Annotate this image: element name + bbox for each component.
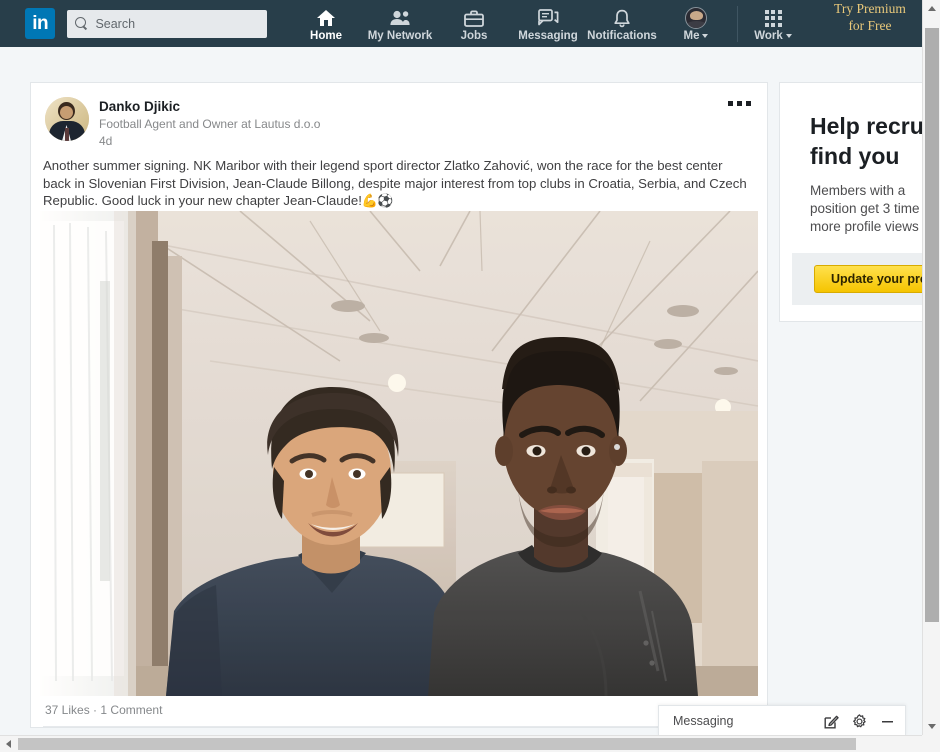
post-header: Danko Djikic Football Agent and Owner at… [31,83,767,149]
linkedin-feed-screen: in Home M [0,0,940,752]
scroll-up-arrow[interactable] [923,0,940,17]
chevron-down-icon-work [785,33,792,38]
grid-icon [764,8,782,28]
nav-item-messaging[interactable]: Messaging [511,0,585,47]
counts-separator: · [93,703,98,717]
top-navigation-bar: in Home M [0,0,922,47]
comments-count[interactable]: 1 Comment [100,703,162,717]
ad-body: Members with a position get 3 time more … [780,171,940,236]
linkedin-logo[interactable]: in [25,8,56,39]
people-icon [389,8,411,28]
post-text-emoji: 💪⚽ [361,193,393,208]
overflow-menu-icon[interactable] [724,97,755,110]
horizontal-scrollbar-thumb[interactable] [18,738,856,750]
nav-label-me-text: Me [683,30,700,42]
nav-label-work: Work [754,30,792,42]
vertical-scrollbar[interactable] [922,0,940,735]
compose-icon[interactable] [824,714,839,729]
nav-item-home[interactable]: Home [289,0,363,47]
nav-label-me: Me [684,30,709,42]
gear-icon[interactable] [852,713,867,729]
post-text-line-3: Republic. Good luck in your new chapter … [43,193,362,208]
post-image[interactable] [40,211,758,696]
ad-body-line-1: Members with a [810,183,906,198]
scroll-down-arrow[interactable] [923,718,940,735]
ad-title-line-1: Help recrui [810,113,931,139]
post-timestamp: 4d [99,134,113,148]
social-divider [43,726,755,727]
briefcase-icon [464,8,484,28]
post-social-bar: 37 Likes · 1 Comment [31,695,767,727]
post-text-line-2: back in Slovenian First Division, Jean-C… [43,175,747,191]
speech-bubbles-icon [537,8,559,28]
likes-count[interactable]: 37 Likes [45,703,90,717]
post-author-meta: Danko Djikic Football Agent and Owner at… [99,97,320,149]
nav-label-work-text: Work [754,30,783,42]
scroll-left-arrow[interactable] [0,736,17,752]
post-body-text: Another summer signing. NK Maribor with … [31,149,767,210]
author-avatar[interactable] [45,97,89,141]
nav-item-my-network[interactable]: My Network [363,0,437,47]
avatar-icon [685,7,707,29]
messaging-actions [824,713,895,729]
bell-icon [613,8,631,28]
vertical-scrollbar-thumb[interactable] [925,28,939,622]
nav-item-notifications[interactable]: Notifications [585,0,659,47]
ad-footer: Update your prof [792,253,940,305]
nav-label-my-network: My Network [367,30,433,42]
minimize-icon[interactable] [880,714,895,729]
post-image-graphic [40,211,758,696]
home-icon [316,8,336,28]
nav-label-messaging: Messaging [518,30,578,42]
recruiter-ad-card: Help recrui find you Members with a posi… [779,82,940,322]
search-icon [75,17,88,30]
post-text-line-1: Another summer signing. NK Maribor with … [43,158,723,173]
nav-label-notifications: Notifications [587,30,657,42]
ad-title: Help recrui find you [780,83,940,171]
post-author-name[interactable]: Danko Djikic [99,98,320,115]
premium-line-2: for Free [848,18,892,33]
search-input[interactable] [95,16,259,31]
nav-label-jobs: Jobs [460,30,488,42]
chevron-down-icon [702,33,709,38]
nav-label-home: Home [310,30,342,42]
horizontal-scrollbar[interactable] [0,735,940,752]
ad-body-line-2: position get 3 time [810,201,920,216]
nav-divider [737,5,738,42]
messaging-title: Messaging [673,714,734,728]
try-premium-link[interactable]: Try Premium for Free [818,0,922,34]
feed-post-card: Danko Djikic Football Agent and Owner at… [30,82,768,728]
post-author-headline: Football Agent and Owner at Lautus d.o.o [99,117,321,131]
scrollbar-corner [922,735,940,752]
nav-item-me[interactable]: Me [659,0,733,47]
search-box[interactable] [67,9,267,38]
ad-body-line-3: more profile views [810,219,919,234]
nav-item-work[interactable]: Work [742,0,804,47]
ad-title-line-2: find you [810,143,900,169]
nav-item-jobs[interactable]: Jobs [437,0,511,47]
messaging-panel[interactable]: Messaging [658,705,906,736]
post-social-counts[interactable]: 37 Likes · 1 Comment [43,695,755,726]
nav-items: Home My Network Jobs Messaging Notificat… [289,0,922,47]
premium-line-1: Try Premium [834,1,906,16]
